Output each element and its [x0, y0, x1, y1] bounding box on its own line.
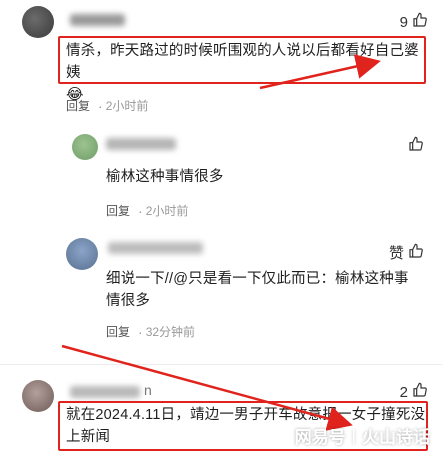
divider: [0, 364, 442, 365]
comment-text: 榆林这种事情很多: [106, 169, 224, 185]
username-blurred[interactable]: [70, 386, 140, 398]
like-button[interactable]: 2: [400, 382, 428, 402]
like-count: 2: [399, 383, 408, 401]
comment-meta: 回复 · 2小时前: [106, 202, 188, 219]
comment-meta: 回复 · 2小时前: [66, 97, 148, 114]
username-tail: n: [144, 382, 152, 398]
username-blurred[interactable]: [106, 138, 176, 150]
watermark: 网易号 | 火山诗话: [295, 423, 430, 448]
avatar[interactable]: [72, 134, 98, 160]
watermark-right: 火山诗话: [362, 428, 430, 447]
comment-meta: 回复 · 32分钟前: [106, 323, 195, 340]
thumbs-up-icon: [412, 382, 428, 402]
timestamp: · 2小时前: [98, 97, 149, 114]
timestamp: · 32分钟前: [138, 323, 196, 340]
watermark-separator: |: [351, 425, 356, 445]
like-button[interactable]: 9: [400, 12, 428, 32]
watermark-left: 网易号: [294, 428, 346, 447]
reply-button[interactable]: 回复: [106, 202, 130, 219]
avatar[interactable]: [22, 6, 54, 38]
username-blurred[interactable]: [70, 14, 125, 26]
reply-button[interactable]: 回复: [66, 97, 90, 114]
username-blurred[interactable]: [108, 242, 203, 254]
thumbs-up-icon: [412, 12, 428, 32]
avatar[interactable]: [66, 238, 98, 270]
like-button[interactable]: [408, 136, 424, 156]
comment-text: 细说一下//@只是看一下仅此而已：榆林这种事情很多: [106, 271, 409, 309]
avatar[interactable]: [22, 380, 54, 412]
thumbs-up-icon: [408, 136, 424, 156]
like-button[interactable]: 赞: [389, 242, 424, 263]
timestamp: · 2小时前: [138, 202, 189, 219]
highlight-box-1: [58, 36, 426, 84]
reply-button[interactable]: 回复: [106, 323, 130, 340]
like-label: 赞: [388, 245, 404, 262]
thumbs-up-icon: [408, 243, 424, 263]
like-count: 9: [399, 13, 408, 31]
